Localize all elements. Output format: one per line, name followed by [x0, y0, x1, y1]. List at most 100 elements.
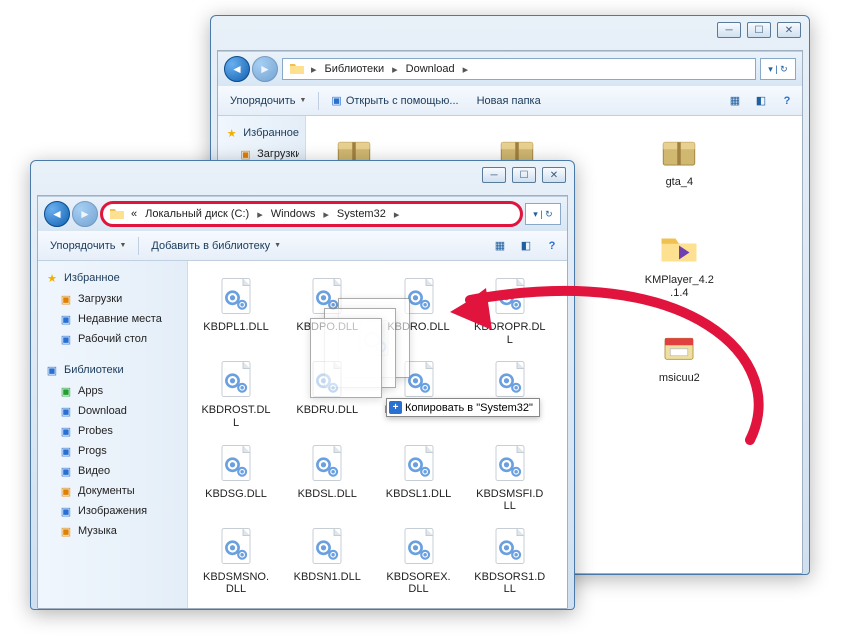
minimize-button[interactable]: ─ — [717, 22, 741, 38]
separator — [318, 92, 319, 110]
chevron-right-icon[interactable]: ▸ — [461, 63, 471, 76]
dll-icon — [304, 273, 350, 319]
dll-icon — [396, 440, 442, 486]
file-item[interactable]: KBDRU1.DLL — [379, 352, 459, 433]
sidebar-item[interactable]: ▣Недавние места — [40, 309, 185, 329]
organize-menu[interactable]: Упорядочить▼ — [42, 236, 134, 256]
file-list[interactable]: KBDPL1.DLLKBDPO.DLLKBDRO.DLLKBDROPR.DLLK… — [188, 261, 567, 608]
minimize-button[interactable]: ─ — [482, 167, 506, 183]
sidebar-item[interactable]: ▣Probes — [40, 421, 185, 441]
navigation-pane[interactable]: ★Избранное ▣Загрузки▣Недавние места▣Рабо… — [38, 261, 188, 608]
sidebar-item[interactable]: ▣Видео — [40, 461, 185, 481]
sidebar-item-label: Загрузки — [257, 148, 299, 160]
sidebar-item[interactable]: ▣Apps — [40, 381, 185, 401]
sidebar-item-label: Документы — [78, 485, 135, 497]
dll-icon — [213, 523, 259, 569]
favorites-group[interactable]: ★Избранное — [40, 267, 185, 289]
file-name: KBDSORS1.DLL — [474, 571, 546, 596]
close-button[interactable]: ✕ — [542, 167, 566, 183]
maximize-button[interactable]: ☐ — [512, 167, 536, 183]
breadcrumb-segment[interactable]: Windows — [269, 207, 318, 221]
preview-pane-button[interactable]: ◧ — [750, 90, 772, 112]
navigation-bar: ◄ ► « Локальный диск (C:) ▸ Windows ▸ Sy… — [38, 196, 567, 231]
file-name: gta_4 — [666, 176, 694, 189]
file-item[interactable]: KBDROST.DLL — [196, 352, 276, 433]
folder-icon — [289, 61, 305, 77]
command-bar: Упорядочить▼ Добавить в библиотеку▼ ▦ ◧ … — [38, 231, 567, 261]
file-item[interactable]: KBDROPR.DLL — [470, 269, 550, 350]
file-icon — [656, 324, 702, 370]
sidebar-item[interactable]: ▣Загрузки — [40, 289, 185, 309]
chevron-right-icon[interactable]: ▸ — [255, 208, 265, 221]
breadcrumb-segment[interactable]: Библиотеки — [323, 62, 387, 76]
file-item[interactable]: KBDRO.DLL — [379, 269, 459, 350]
breadcrumb-overflow[interactable]: « — [129, 207, 139, 221]
file-item[interactable]: KBDSN1.DLL — [287, 519, 367, 600]
file-item[interactable]: KBDPO.DLL — [287, 269, 367, 350]
back-button[interactable]: ◄ — [44, 201, 70, 227]
chevron-right-icon[interactable]: ▸ — [321, 208, 331, 221]
dll-icon — [304, 356, 350, 402]
new-folder-button[interactable]: Новая папка — [469, 91, 549, 111]
sidebar-item[interactable]: ▣Рабочий стол — [40, 329, 185, 349]
file-item[interactable]: msicuu2 — [639, 320, 719, 389]
sidebar-item[interactable]: ▣Музыка — [40, 521, 185, 541]
titlebar[interactable]: ─ ☐ ✕ — [211, 16, 809, 44]
forward-button[interactable]: ► — [252, 56, 278, 82]
include-in-library-menu[interactable]: Добавить в библиотеку▼ — [143, 236, 289, 256]
back-button[interactable]: ◄ — [224, 56, 250, 82]
open-with-button[interactable]: ▣Открыть с помощью... — [323, 90, 466, 111]
file-item[interactable]: KBDSOREX.DLL — [379, 519, 459, 600]
organize-menu[interactable]: Упорядочить▼ — [222, 91, 314, 111]
drag-tooltip: + Копировать в "System32" — [386, 398, 540, 417]
chevron-right-icon[interactable]: ▸ — [309, 63, 319, 76]
file-item[interactable]: KBDSL1.DLL — [379, 436, 459, 517]
dll-icon — [304, 440, 350, 486]
maximize-button[interactable]: ☐ — [747, 22, 771, 38]
libraries-group[interactable]: ▣Библиотеки — [40, 359, 185, 381]
address-bar[interactable]: ▸ Библиотеки ▸ Download ▸ — [282, 58, 756, 80]
file-item[interactable]: KBDPL1.DLL — [196, 269, 276, 350]
favorites-group[interactable]: ★Избранное — [220, 122, 303, 144]
libraries-label: Библиотеки — [64, 364, 124, 376]
file-item[interactable]: KBDSORS1.DLL — [470, 519, 550, 600]
file-item[interactable]: gta_4 — [639, 124, 719, 218]
explorer-window-system32[interactable]: ─ ☐ ✕ ◄ ► « Локальный диск (C:) ▸ Window… — [30, 160, 575, 610]
sidebar-item[interactable]: ▣Документы — [40, 481, 185, 501]
sidebar-item[interactable]: ▣Изображения — [40, 501, 185, 521]
breadcrumb-segment[interactable]: System32 — [335, 207, 388, 221]
view-options-button[interactable]: ▦ — [489, 235, 511, 257]
dll-icon — [487, 356, 533, 402]
file-item[interactable]: KBDSG.DLL — [196, 436, 276, 517]
file-icon — [656, 128, 702, 174]
titlebar[interactable]: ─ ☐ ✕ — [31, 161, 574, 189]
command-bar: Упорядочить▼ ▣Открыть с помощью... Новая… — [218, 86, 802, 116]
search-button[interactable]: ▾ | ↻ — [525, 203, 561, 225]
file-item[interactable]: KBDRU.DLL — [287, 352, 367, 433]
chevron-right-icon[interactable]: ▸ — [390, 63, 400, 76]
star-icon: ★ — [44, 270, 60, 286]
file-name: KMPlayer_4.2.1.4 — [643, 274, 715, 299]
dll-icon — [487, 273, 533, 319]
file-name: KBDSMSNO.DLL — [200, 571, 272, 596]
forward-button[interactable]: ► — [72, 201, 98, 227]
preview-pane-button[interactable]: ◧ — [515, 235, 537, 257]
view-options-button[interactable]: ▦ — [724, 90, 746, 112]
file-item[interactable]: KBDSF.DLL — [470, 352, 550, 433]
file-item[interactable]: KMPlayer_4.2.1.4 — [639, 222, 719, 316]
file-item[interactable]: KBDSL.DLL — [287, 436, 367, 517]
file-icon — [656, 226, 702, 272]
chevron-right-icon[interactable]: ▸ — [392, 208, 402, 221]
breadcrumb-segment[interactable]: Локальный диск (C:) — [143, 207, 251, 221]
address-bar[interactable]: « Локальный диск (C:) ▸ Windows ▸ System… — [102, 203, 521, 225]
folder-icon — [109, 206, 125, 222]
help-button[interactable]: ? — [541, 235, 563, 257]
sidebar-item[interactable]: ▣Progs — [40, 441, 185, 461]
file-item[interactable]: KBDSMSFI.DLL — [470, 436, 550, 517]
help-button[interactable]: ? — [776, 90, 798, 112]
close-button[interactable]: ✕ — [777, 22, 801, 38]
search-button[interactable]: ▾ | ↻ — [760, 58, 796, 80]
file-item[interactable]: KBDSMSNO.DLL — [196, 519, 276, 600]
breadcrumb-segment[interactable]: Download — [404, 62, 457, 76]
sidebar-item[interactable]: ▣Download — [40, 401, 185, 421]
